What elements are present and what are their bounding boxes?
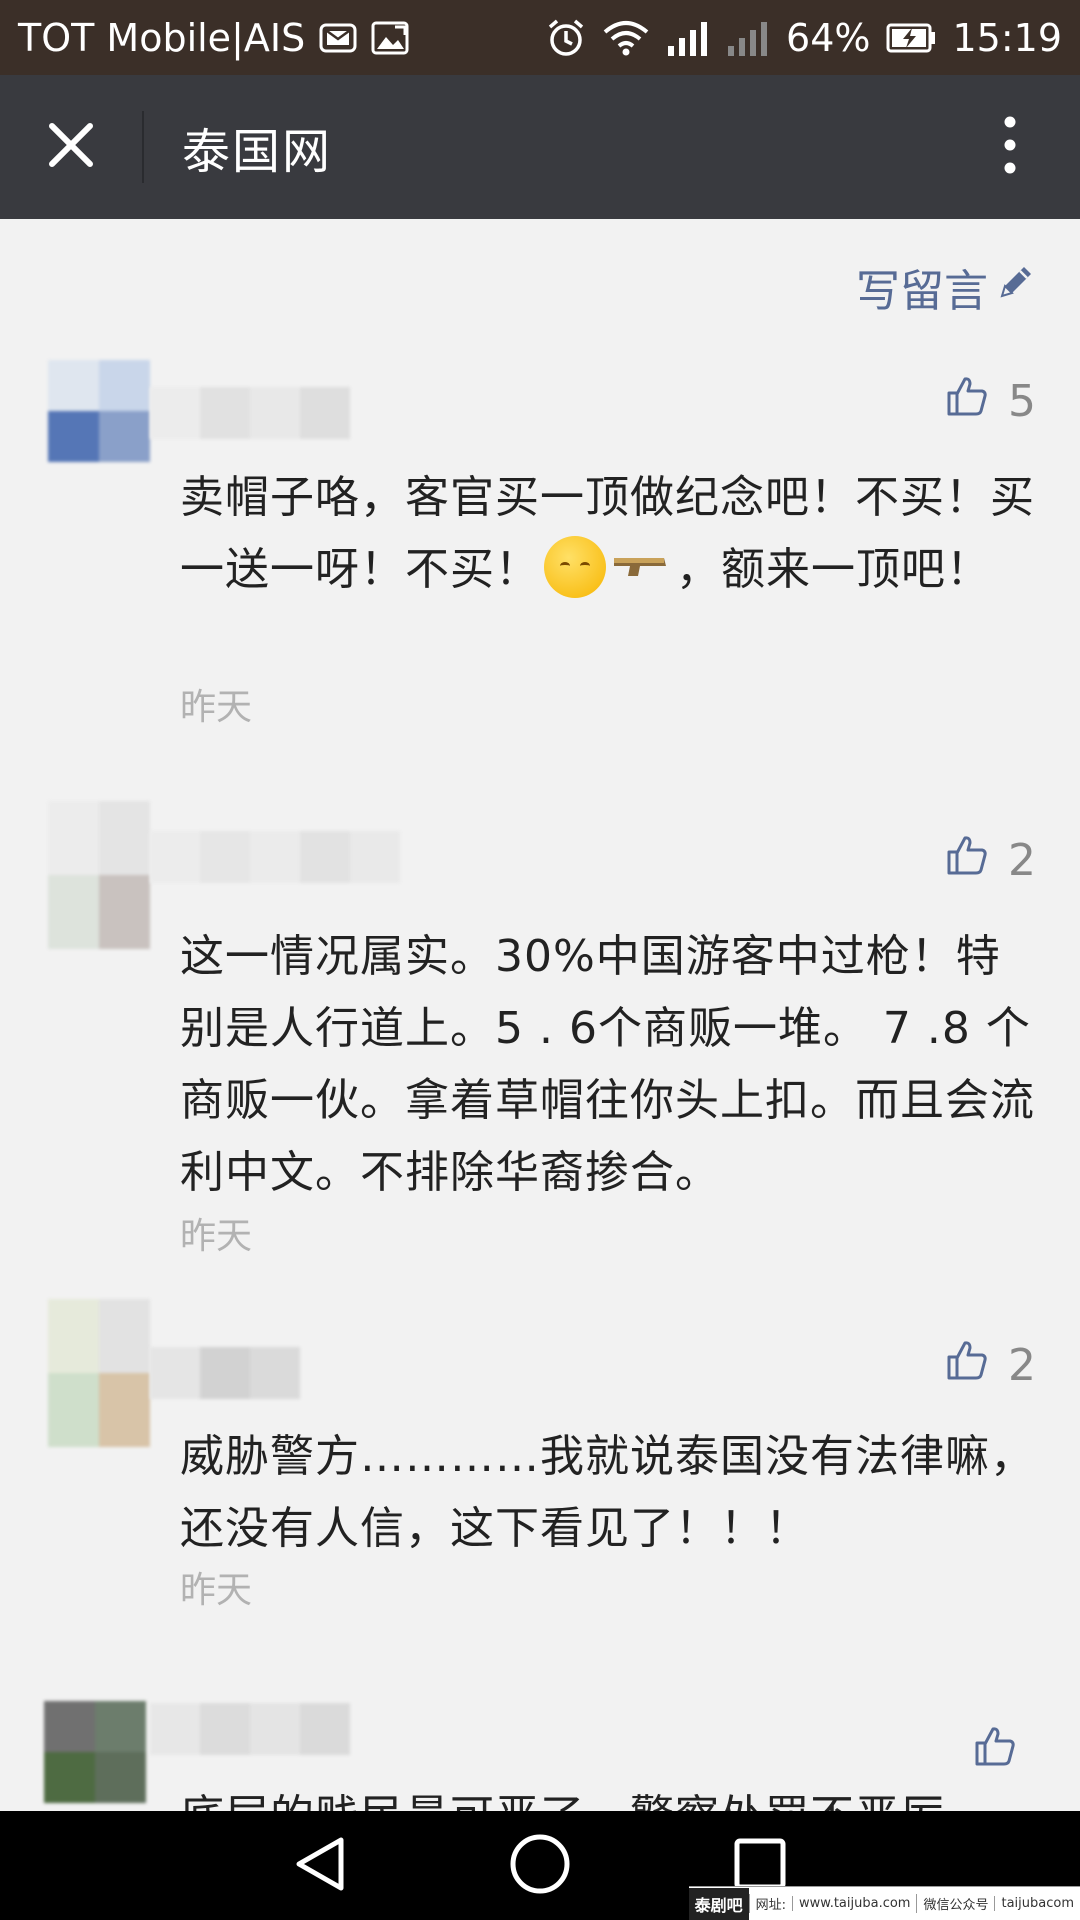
comment-text: 威胁警方…………我就说泰国没有法律嘛，还没有人信，这下看见了！！！ [180, 1431, 1035, 1554]
more-button[interactable] [940, 75, 1080, 219]
like-button[interactable]: 5 [946, 375, 1036, 428]
nickname-blurred [150, 1703, 350, 1755]
avatar[interactable] [48, 801, 150, 949]
comment-text: 卖帽子咯，客官买一顶做纪念吧！不买！买一送一呀！不买！ ，额来一顶吧！ [180, 462, 1040, 606]
more-vertical-icon [1003, 115, 1017, 179]
nickname-blurred [150, 831, 400, 883]
flushed-face-emoji-icon [544, 536, 606, 598]
nickname-blurred [150, 1347, 300, 1399]
comment-text-part: ，额来一顶吧！ [676, 544, 991, 595]
comments-area[interactable]: 写留言 5 卖帽子咯，客官买一顶做纪念吧！不买！买一送一呀！不买！ ，额来一顶吧！… [0, 219, 1080, 1811]
watermark-logo: 泰剧吧 [688, 1887, 749, 1920]
mail-icon [319, 22, 357, 54]
signal-weak-icon [726, 20, 770, 56]
like-button[interactable] [974, 1725, 1036, 1778]
like-count: 2 [1008, 835, 1036, 886]
like-count: 2 [1008, 1340, 1036, 1391]
app-header: 泰国网 [0, 75, 1080, 219]
thumbs-up-icon [946, 834, 988, 887]
watermark-wechat-id: taijubacom [994, 1896, 1080, 1911]
home-circle-icon [508, 1832, 572, 1900]
thumbs-up-icon [946, 1339, 988, 1392]
close-button[interactable] [0, 75, 142, 219]
write-comment-label: 写留言 [856, 266, 988, 317]
watermark-wechat-label: 微信公众号 [916, 1894, 994, 1913]
avatar[interactable] [44, 1701, 146, 1803]
like-button[interactable]: 2 [946, 834, 1036, 887]
thumbs-up-icon [974, 1725, 1016, 1778]
back-button[interactable] [270, 1816, 370, 1916]
pistol-emoji-icon [610, 536, 672, 598]
carrier-label: TOT Mobile|AIS [18, 15, 306, 60]
comment-item: 2 威胁警方…………我就说泰国没有法律嘛，还没有人信，这下看见了！！！ 昨天 [0, 1299, 1080, 1629]
back-triangle-icon [293, 1834, 347, 1898]
close-icon [46, 120, 96, 174]
comment-text: 这一情况属实。30%中国游客中过枪！特别是人行道上。5 . 6个商贩一堆。 7 … [180, 931, 1035, 1198]
status-bar: TOT Mobile|AIS 64% 15:19 [0, 0, 1080, 75]
avatar[interactable] [48, 1299, 150, 1447]
comment-item: 5 卖帽子咯，客官买一顶做纪念吧！不买！买一送一呀！不买！ ，额来一顶吧！ 昨天 [0, 360, 1080, 728]
alarm-icon [546, 18, 586, 58]
thumbs-up-icon [946, 375, 988, 428]
battery-percent: 64% [786, 15, 871, 60]
comment-text: 底层的贱民最可恶了，警察处罚不严厉 [180, 1781, 1040, 1811]
battery-charging-icon [886, 23, 936, 53]
watermark-site-label: 网址: [748, 1894, 792, 1913]
home-button[interactable] [490, 1816, 590, 1916]
avatar[interactable] [48, 360, 150, 462]
like-button[interactable]: 2 [946, 1339, 1036, 1392]
comment-item: 2 这一情况属实。30%中国游客中过枪！特别是人行道上。5 . 6个商贩一堆。 … [0, 801, 1080, 1257]
pencil-icon [996, 262, 1036, 313]
comment-item: 底层的贱民最可恶了，警察处罚不严厉 [0, 1701, 1080, 1811]
comment-time: 昨天 [180, 687, 253, 728]
signal-icon [666, 20, 710, 56]
like-count: 5 [1008, 376, 1036, 427]
clock-time: 15:19 [952, 15, 1062, 60]
header-divider [142, 111, 144, 183]
page-title: 泰国网 [182, 124, 333, 180]
watermark: 泰剧吧 网址: www.taijuba.com 微信公众号 taijubacom [688, 1886, 1080, 1920]
write-comment-button[interactable]: 写留言 [856, 255, 1036, 319]
watermark-site-url: www.taijuba.com [791, 1896, 916, 1911]
comment-time: 昨天 [180, 1216, 253, 1257]
wifi-icon [602, 20, 650, 56]
nickname-blurred [150, 387, 350, 439]
comment-time: 昨天 [180, 1570, 253, 1611]
image-icon [371, 21, 409, 55]
